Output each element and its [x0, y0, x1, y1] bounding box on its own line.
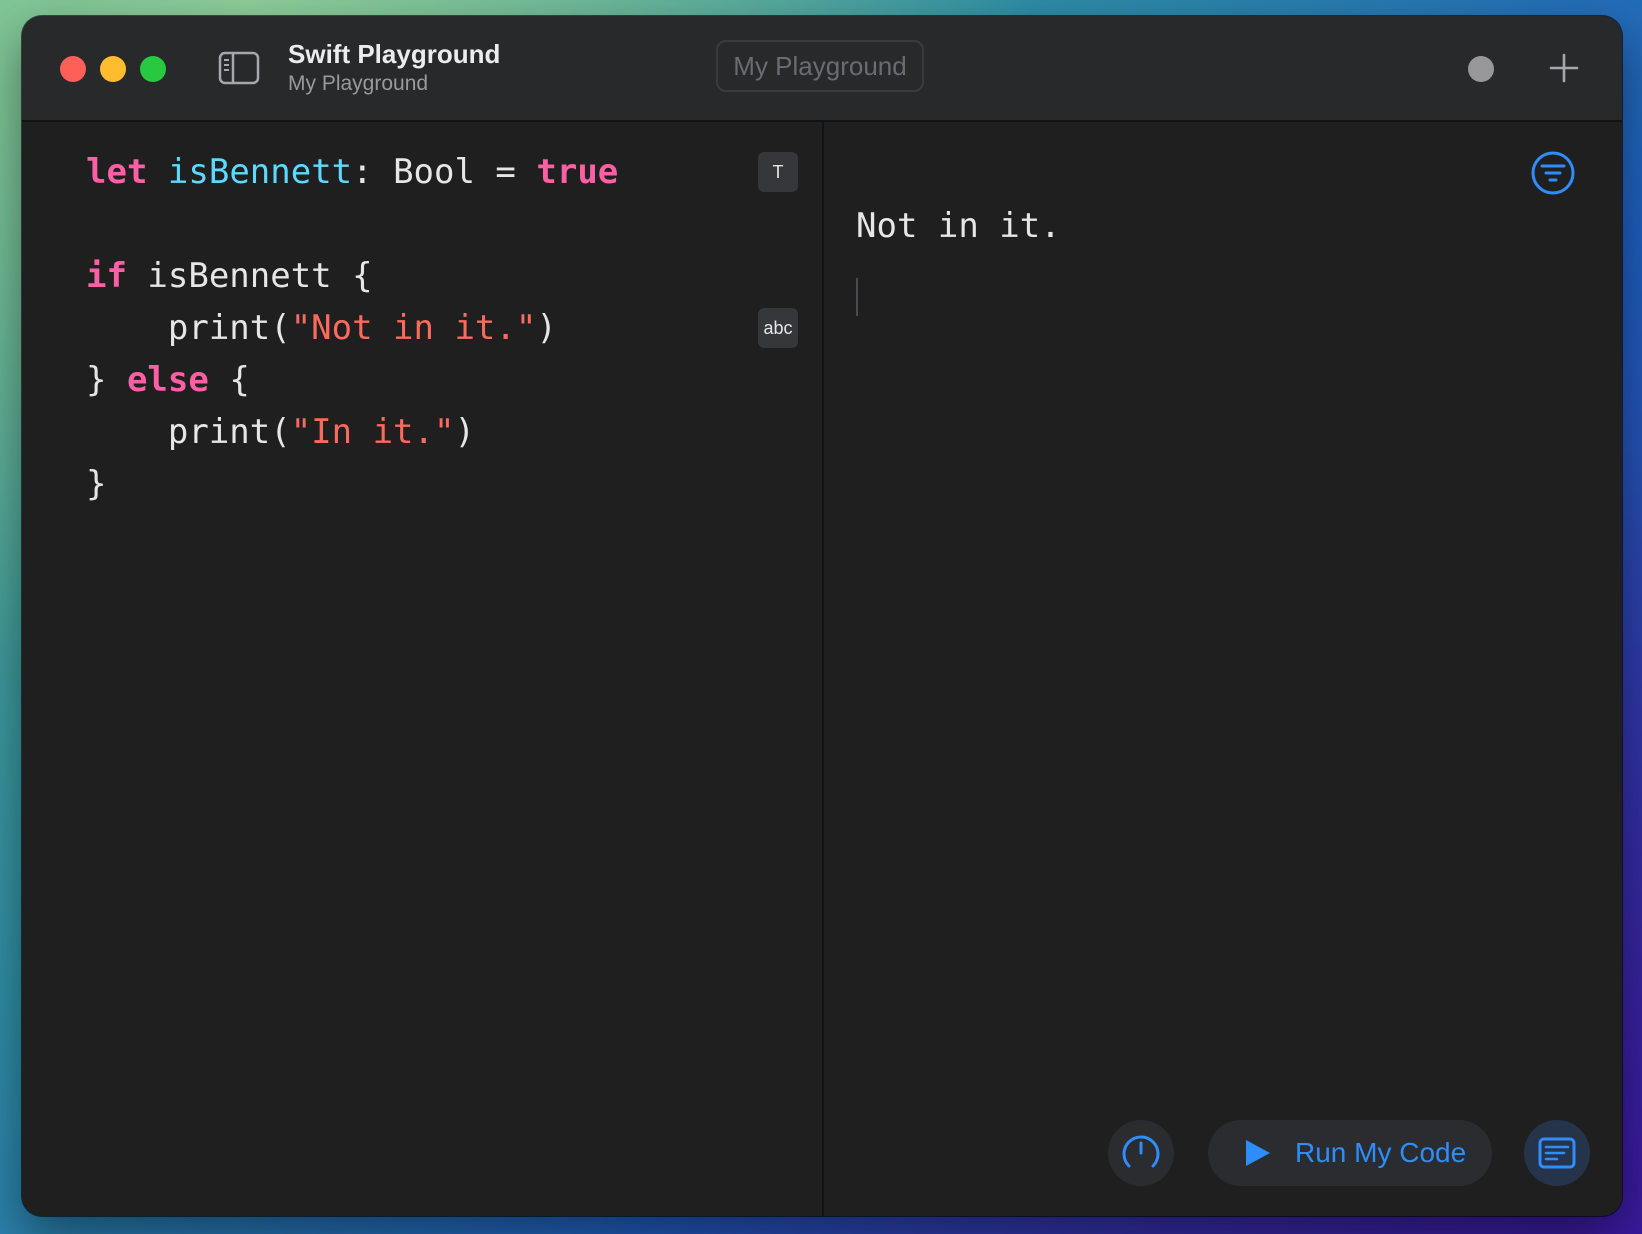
- playground-window: Swift Playground My Playground My Playgr…: [22, 16, 1622, 1216]
- record-dot-icon[interactable]: [1468, 56, 1494, 82]
- minimize-window-button[interactable]: [100, 56, 126, 82]
- window-subtitle: My Playground: [288, 72, 429, 95]
- title-bar: Swift Playground My Playground My Playgr…: [22, 16, 1622, 122]
- code-editor[interactable]: let isBennett: Bool = true if isBennett …: [22, 122, 822, 1216]
- code-token: }: [86, 464, 107, 504]
- code-line[interactable]: } else {: [86, 354, 618, 406]
- play-icon: [1246, 1140, 1270, 1166]
- window-title: Swift Playground: [288, 39, 501, 69]
- result-badge[interactable]: abc: [758, 308, 798, 348]
- code-line[interactable]: if isBennett {: [86, 250, 618, 302]
- code-token: }: [86, 360, 127, 400]
- code-token: "In it.": [290, 412, 455, 452]
- code-text[interactable]: let isBennett: Bool = true if isBennett …: [86, 146, 618, 510]
- code-token: if: [86, 256, 127, 296]
- code-token: {: [208, 360, 250, 400]
- code-token: isBennett {: [126, 256, 373, 296]
- close-window-button[interactable]: [60, 56, 86, 82]
- code-line[interactable]: let isBennett: Bool = true: [86, 146, 618, 198]
- sidebar-toggle-icon[interactable]: [218, 50, 260, 86]
- console-caret: [856, 278, 858, 316]
- filter-icon[interactable]: [1530, 150, 1576, 196]
- code-token: let: [86, 152, 148, 192]
- console-log-icon[interactable]: [1524, 1120, 1590, 1186]
- code-line[interactable]: print("Not in it."): [86, 302, 618, 354]
- code-line[interactable]: [86, 198, 618, 250]
- code-token: ): [536, 308, 557, 348]
- code-token: : Bool =: [352, 152, 537, 192]
- code-token: isBennett: [167, 152, 353, 192]
- speedometer-icon[interactable]: [1108, 1120, 1174, 1186]
- code-token: true: [536, 152, 619, 192]
- code-line[interactable]: print("In it."): [86, 406, 618, 458]
- code-line[interactable]: }: [86, 458, 618, 510]
- code-token: ): [454, 412, 475, 452]
- zoom-window-button[interactable]: [140, 56, 166, 82]
- filename-field[interactable]: My Playground: [716, 40, 924, 92]
- code-token: else: [126, 360, 209, 400]
- title-block: Swift Playground My Playground: [288, 38, 500, 98]
- result-badge[interactable]: T: [758, 152, 798, 192]
- run-my-code-button[interactable]: Run My Code: [1208, 1120, 1492, 1186]
- code-token: print(: [86, 308, 291, 348]
- code-token: print(: [86, 412, 291, 452]
- code-token: "Not in it.": [290, 308, 537, 348]
- plus-icon[interactable]: [1548, 52, 1580, 84]
- console-output: Not in it.: [856, 206, 1061, 246]
- console-pane: Not in it.: [824, 122, 1622, 1216]
- run-button-label: Run My Code: [1295, 1137, 1467, 1168]
